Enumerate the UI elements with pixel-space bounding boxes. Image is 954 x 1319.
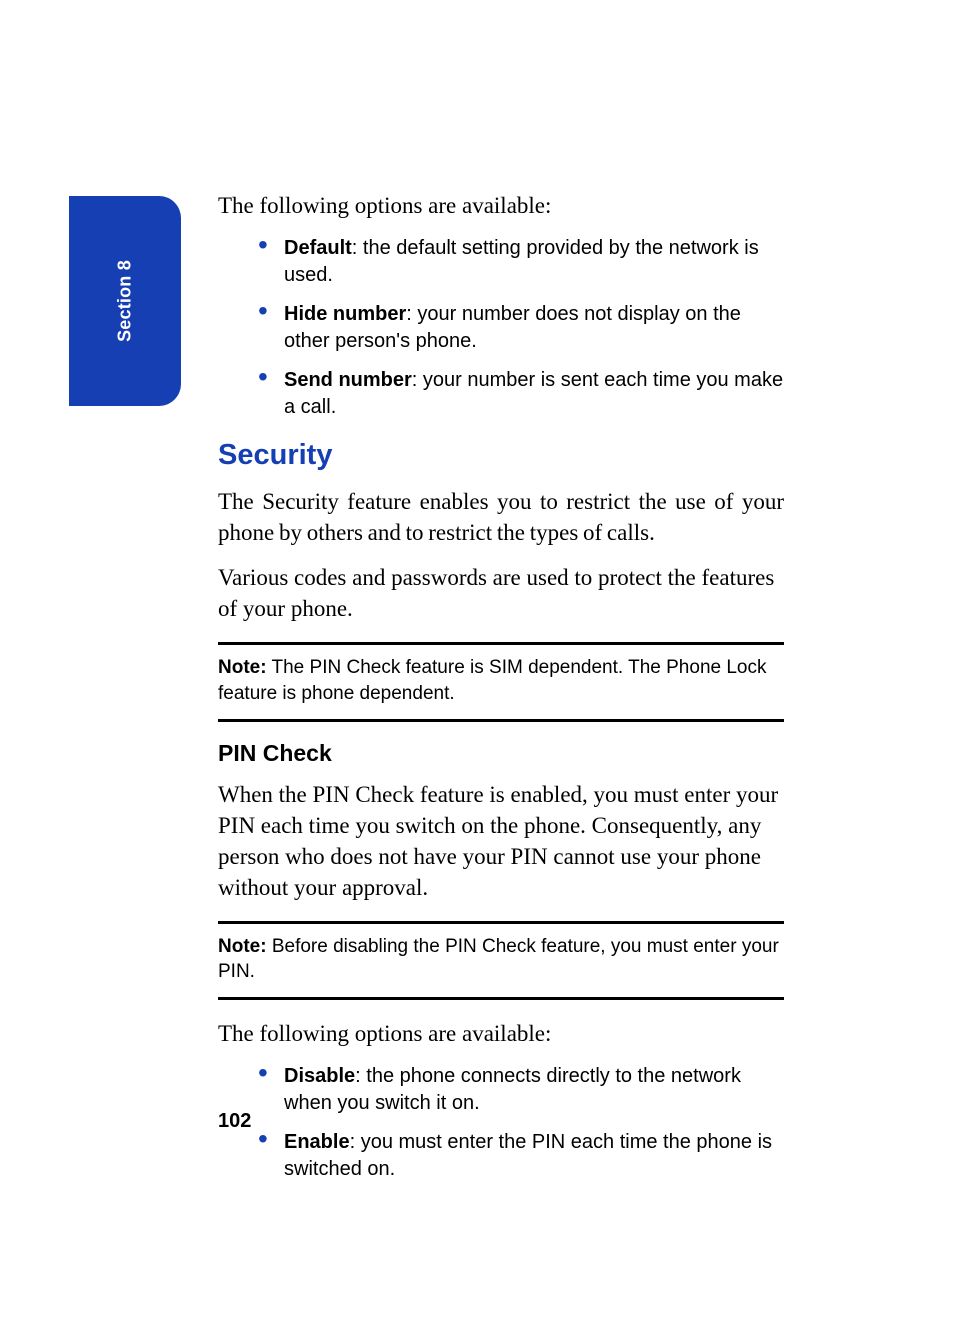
heading-pin-check: PIN Check [218, 740, 784, 767]
list-item: Hide number: your number does not displa… [268, 301, 784, 355]
list-item: Send number: your number is sent each ti… [268, 367, 784, 421]
list-item: Enable: you must enter the PIN each time… [268, 1129, 784, 1183]
note-block-2: Note: Before disabling the PIN Check fea… [218, 921, 784, 1000]
options-list-1: Default: the default setting provided by… [218, 235, 784, 421]
option-term: Send number [284, 369, 412, 391]
intro-text-1: The following options are available: [218, 190, 784, 221]
security-paragraph-2: Various codes and passwords are used to … [218, 562, 784, 624]
note-block-1: Note: The PIN Check feature is SIM depen… [218, 642, 784, 721]
note-text: Before disabling the PIN Check feature, … [218, 936, 779, 983]
pin-check-paragraph: When the PIN Check feature is enabled, y… [218, 779, 784, 903]
section-tab-label: Section 8 [115, 260, 136, 342]
note-text: The PIN Check feature is SIM dependent. … [218, 657, 767, 704]
security-paragraph-1: The Security feature enables you to rest… [218, 486, 784, 548]
options-list-2: Disable: the phone connects directly to … [218, 1063, 784, 1183]
option-term: Disable [284, 1065, 355, 1087]
option-term: Enable [284, 1131, 350, 1153]
list-item: Default: the default setting provided by… [268, 235, 784, 289]
option-desc: : the default setting provided by the ne… [284, 237, 759, 286]
content-area: The following options are available: Def… [218, 190, 784, 1201]
option-term: Hide number [284, 303, 406, 325]
section-tab: Section 8 [69, 196, 181, 406]
heading-security: Security [218, 439, 784, 472]
list-item: Disable: the phone connects directly to … [268, 1063, 784, 1117]
option-desc: : you must enter the PIN each time the p… [284, 1131, 772, 1180]
note-label: Note: [218, 657, 267, 678]
page-number: 102 [218, 1110, 251, 1133]
option-term: Default [284, 237, 352, 259]
note-label: Note: [218, 936, 267, 957]
intro-text-2: The following options are available: [218, 1018, 784, 1049]
